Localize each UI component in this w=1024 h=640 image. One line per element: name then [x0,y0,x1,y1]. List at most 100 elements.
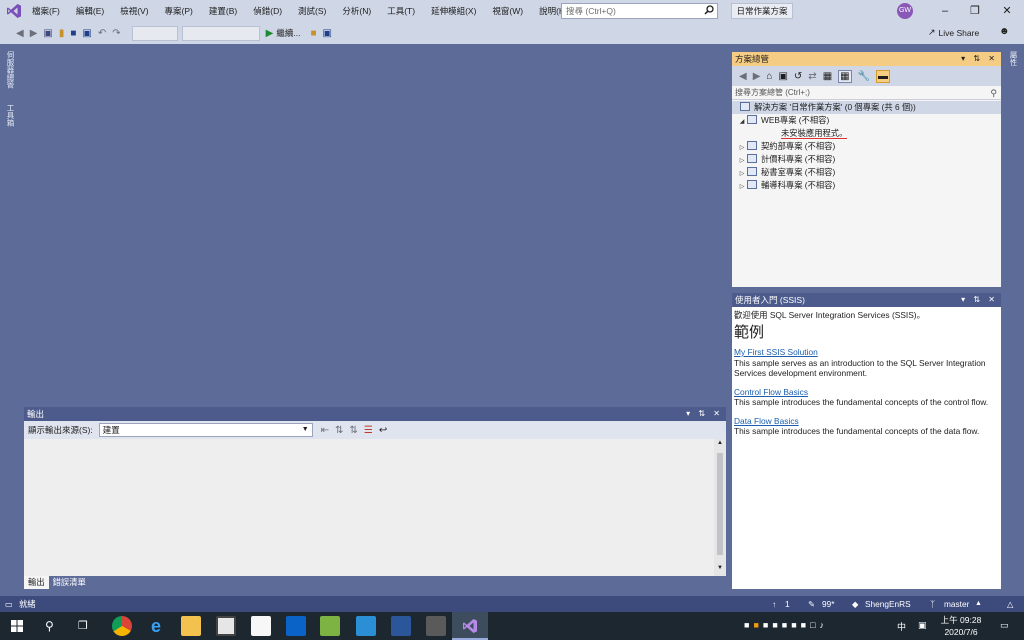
edge-icon[interactable]: e [146,616,166,636]
word-icon[interactable] [391,616,411,636]
file-explorer-icon[interactable] [181,616,201,636]
taskbar-clock[interactable]: 上午 09:28 2020/7/6 [938,614,984,638]
ime-indicator[interactable]: 中 [897,620,906,633]
windows-start-icon[interactable] [11,620,23,632]
solution-explorer-search[interactable]: 搜尋方案總管 (Ctrl+;) ⚲ [732,86,1001,100]
menu-extensions[interactable]: 延伸模組(X) [423,0,484,22]
pending-changes-count[interactable]: 99* [822,596,834,612]
tray-app-icon[interactable]: ■ [782,620,787,630]
menu-analyze[interactable]: 分析(N) [334,0,379,22]
tray-app-icon[interactable]: ■ [801,620,806,630]
sample-link-first-ssis[interactable]: My First SSIS Solution [734,347,999,358]
publish-icon[interactable]: ↑ [772,596,776,612]
visual-studio-logo-icon[interactable] [6,3,22,19]
menu-file[interactable]: 檔案(F) [24,0,68,22]
user-avatar[interactable]: GW [897,3,913,19]
outlook-icon[interactable] [286,616,306,636]
show-all-files-icon[interactable]: ▦ [838,69,852,83]
next-message-icon[interactable]: ⇅ [349,425,357,436]
panel-window-controls[interactable]: ▾ ⇅ ✕ [961,293,998,307]
back-icon[interactable]: ◀ [16,28,24,39]
properties-tab[interactable]: 屬性 [1008,51,1018,66]
tree-project[interactable]: ▷ 契約部專案 (不相容) [732,140,1001,153]
panel-window-controls[interactable]: ▾ ⇅ ✕ [961,52,998,66]
history-icon[interactable]: ↺ [794,71,802,82]
forward-icon[interactable]: ▶ [753,71,761,82]
scroll-down-icon[interactable]: ▼ [717,565,723,571]
tools-icon[interactable] [426,616,446,636]
pending-changes-icon[interactable]: ✎ [808,596,815,612]
solution-platform-combo[interactable] [181,25,260,41]
ime-mode-icon[interactable]: ▣ [918,620,927,631]
previous-message-icon[interactable]: ⇅ [335,425,343,436]
forward-icon[interactable]: ▶ [30,28,38,39]
undo-icon[interactable]: ↶ [98,28,106,39]
new-project-icon[interactable]: ▣ [43,28,52,39]
output-text-area[interactable] [24,439,714,576]
menu-edit[interactable]: 編輯(E) [68,0,112,22]
server-explorer-tab[interactable]: 伺服器總管 [5,51,15,89]
save-icon[interactable]: ■ [70,28,76,39]
tab-output[interactable]: 輸出 [24,576,49,589]
redo-icon[interactable]: ↷ [112,28,120,39]
repository-name[interactable]: ShengEnRS [865,596,911,612]
tab-error-list[interactable]: 錯誤清單 [49,576,90,589]
tree-project[interactable]: ▷ 計價科專案 (不相容) [732,153,1001,166]
scroll-up-icon[interactable]: ▲ [717,440,723,446]
tray-app-icon[interactable]: ■ [744,620,749,630]
minimize-button[interactable]: – [930,0,960,22]
switch-views-icon[interactable]: ▣ [778,71,787,82]
screenshot-icon[interactable]: ▣ [323,28,332,39]
sample-link-data-flow[interactable]: Data Flow Basics [734,416,999,427]
clear-all-icon[interactable]: ☰ [364,425,373,436]
sync-icon[interactable]: ⇄ [808,71,816,82]
sample-link-control-flow[interactable]: Control Flow Basics [734,387,999,398]
open-file-icon[interactable]: ▮ [59,28,65,39]
menu-tools[interactable]: 工具(T) [379,0,423,22]
back-icon[interactable]: ◀ [739,71,747,82]
menu-build[interactable]: 建置(B) [201,0,245,22]
tray-app-icon[interactable]: ■ [753,620,758,630]
chrome-icon[interactable] [112,616,132,636]
branch-icon[interactable]: ᛉ [930,596,935,612]
scroll-thumb[interactable] [717,453,723,555]
menu-project[interactable]: 專案(P) [157,0,201,22]
feedback-icon[interactable]: ☻ [999,26,1010,37]
tree-project[interactable]: ▷ 輔導科專案 (不相容) [732,179,1001,192]
search-input[interactable]: 搜尋 (Ctrl+Q) [561,3,718,19]
notification-icon[interactable]: ▭ [5,596,13,612]
network-icon[interactable]: □ [810,620,815,630]
volume-icon[interactable]: ♪ [820,620,825,630]
start-icon[interactable]: ▶ [266,28,274,39]
tree-project-web[interactable]: ◢ WEB專案 (不相容) [732,114,1001,127]
taskbar-search-icon[interactable]: ⚲ [45,619,54,633]
visual-studio-taskbar-icon[interactable] [452,612,488,640]
task-view-icon[interactable]: ❐ [78,619,88,632]
solution-configuration-combo[interactable] [131,25,178,41]
action-center-icon[interactable]: ▭ [1000,620,1009,631]
sticky-notes-icon[interactable] [251,616,271,636]
unpushed-count[interactable]: 1 [785,596,790,612]
tray-app-icon[interactable]: ■ [791,620,796,630]
toolbox-tab[interactable]: 工具箱 [5,104,15,127]
properties-icon[interactable]: 🔧 [858,71,870,82]
collapsed-arrow-icon[interactable]: ▷ [737,181,747,194]
output-scrollbar[interactable]: ▲ ▼ [714,439,726,576]
close-button[interactable]: ✕ [992,0,1022,22]
output-source-dropdown[interactable]: 建置 ▼ [98,423,313,437]
repository-icon[interactable]: ◆ [852,596,858,612]
home-icon[interactable]: ⌂ [766,71,772,82]
branch-up-icon[interactable]: ▲ [975,596,982,612]
menu-window[interactable]: 視窗(W) [484,0,531,22]
tree-project-web-child[interactable]: 未安裝應用程式。 [732,127,1001,140]
menu-test[interactable]: 測試(S) [290,0,334,22]
word-wrap-icon[interactable]: ↩ [379,425,387,436]
branch-name[interactable]: master [944,596,969,612]
restore-button[interactable]: ❐ [960,0,990,22]
collapse-all-icon[interactable]: ▦ [823,71,832,82]
continue-button[interactable]: 繼續... [276,27,300,39]
notifications-bell-icon[interactable]: △ [1007,596,1013,612]
calculator-icon[interactable] [216,616,236,636]
save-all-icon[interactable]: ▣ [82,28,91,39]
find-icon[interactable]: ■ [310,28,316,39]
